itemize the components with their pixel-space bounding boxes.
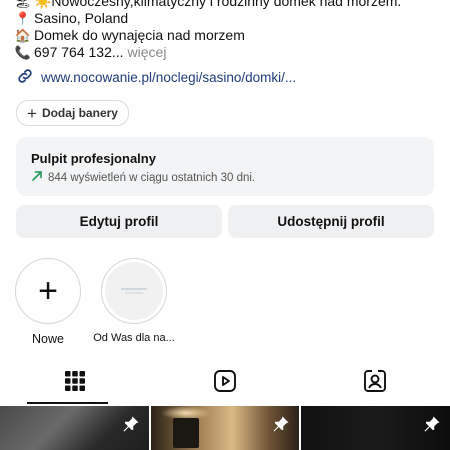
location-pin-emoji-icon: 📍 xyxy=(14,11,32,26)
tagged-person-icon xyxy=(363,369,387,398)
active-tab-indicator xyxy=(27,402,108,404)
highlight-logo-icon xyxy=(121,288,147,294)
highlight-new[interactable]: + Nowe xyxy=(3,258,93,346)
reels-icon xyxy=(213,369,237,398)
bio-text: 697 764 132... xyxy=(34,44,124,60)
edit-profile-button[interactable]: Edytuj profil xyxy=(16,205,222,238)
lamp-shape xyxy=(173,418,199,448)
bio-text: ☀️Nowoczesny,klimatyczny i rodzinny dome… xyxy=(34,0,402,9)
tab-grid[interactable] xyxy=(0,362,150,404)
sun-beach-emoji-icon: 🏖 xyxy=(14,0,32,9)
new-highlight-circle[interactable]: + xyxy=(15,258,81,324)
add-banners-button[interactable]: + Dodaj banery xyxy=(16,100,129,126)
bio-line-location: 📍 Sasino, Poland xyxy=(14,10,444,27)
professional-dashboard[interactable]: Pulpit profesjonalny 844 wyświetleń w ci… xyxy=(16,137,434,196)
website-link[interactable]: www.nocowanie.pl/noclegi/sasino/domki/..… xyxy=(41,70,296,85)
pin-icon xyxy=(122,415,140,438)
posts-grid xyxy=(0,406,450,450)
post-thumbnail[interactable] xyxy=(151,406,299,450)
bio-text: Sasino, Poland xyxy=(34,10,129,26)
pin-icon xyxy=(423,415,441,438)
trend-up-icon xyxy=(31,170,48,185)
bio-line-phone: 📞 697 764 132... więcej xyxy=(14,44,444,61)
profile-tabs xyxy=(0,362,450,404)
bio-text: Domek do wynajęcia nad morzem xyxy=(34,27,245,43)
post-thumbnail[interactable] xyxy=(301,406,450,450)
house-emoji-icon: 🏠 xyxy=(14,28,32,43)
highlight-cover[interactable] xyxy=(101,258,167,324)
phone-emoji-icon: 📞 xyxy=(14,45,32,60)
highlight-thumbnail xyxy=(105,262,163,320)
share-profile-button[interactable]: Udostępnij profil xyxy=(228,205,434,238)
highlight-label: Od Was dla na... xyxy=(93,332,175,344)
tab-reels[interactable] xyxy=(150,362,300,404)
highlight-story[interactable]: Od Was dla na... xyxy=(89,258,179,344)
bio-line-description: 🏖 ☀️Nowoczesny,klimatyczny i rodzinny do… xyxy=(14,0,444,10)
link-icon xyxy=(16,67,34,88)
bio-line-rental: 🏠 Domek do wynajęcia nad morzem xyxy=(14,27,444,44)
plus-icon: + xyxy=(38,272,58,310)
plus-icon: + xyxy=(27,103,37,123)
tab-tagged[interactable] xyxy=(300,362,450,404)
dashboard-stats: 844 wyświetleń w ciągu ostatnich 30 dni. xyxy=(31,170,419,185)
add-banners-label: Dodaj banery xyxy=(41,106,118,120)
grid-icon xyxy=(64,370,86,397)
dashboard-title: Pulpit profesjonalny xyxy=(31,151,156,166)
dashboard-subtitle: 844 wyświetleń w ciągu ostatnich 30 dni. xyxy=(48,171,256,184)
more-link[interactable]: więcej xyxy=(128,44,167,61)
post-thumbnail[interactable] xyxy=(0,406,149,450)
website-link-row[interactable]: www.nocowanie.pl/noclegi/sasino/domki/..… xyxy=(16,67,296,88)
profile-bio: 🏖 ☀️Nowoczesny,klimatyczny i rodzinny do… xyxy=(14,0,444,61)
pin-icon xyxy=(272,415,290,438)
highlight-label: Nowe xyxy=(32,332,64,346)
